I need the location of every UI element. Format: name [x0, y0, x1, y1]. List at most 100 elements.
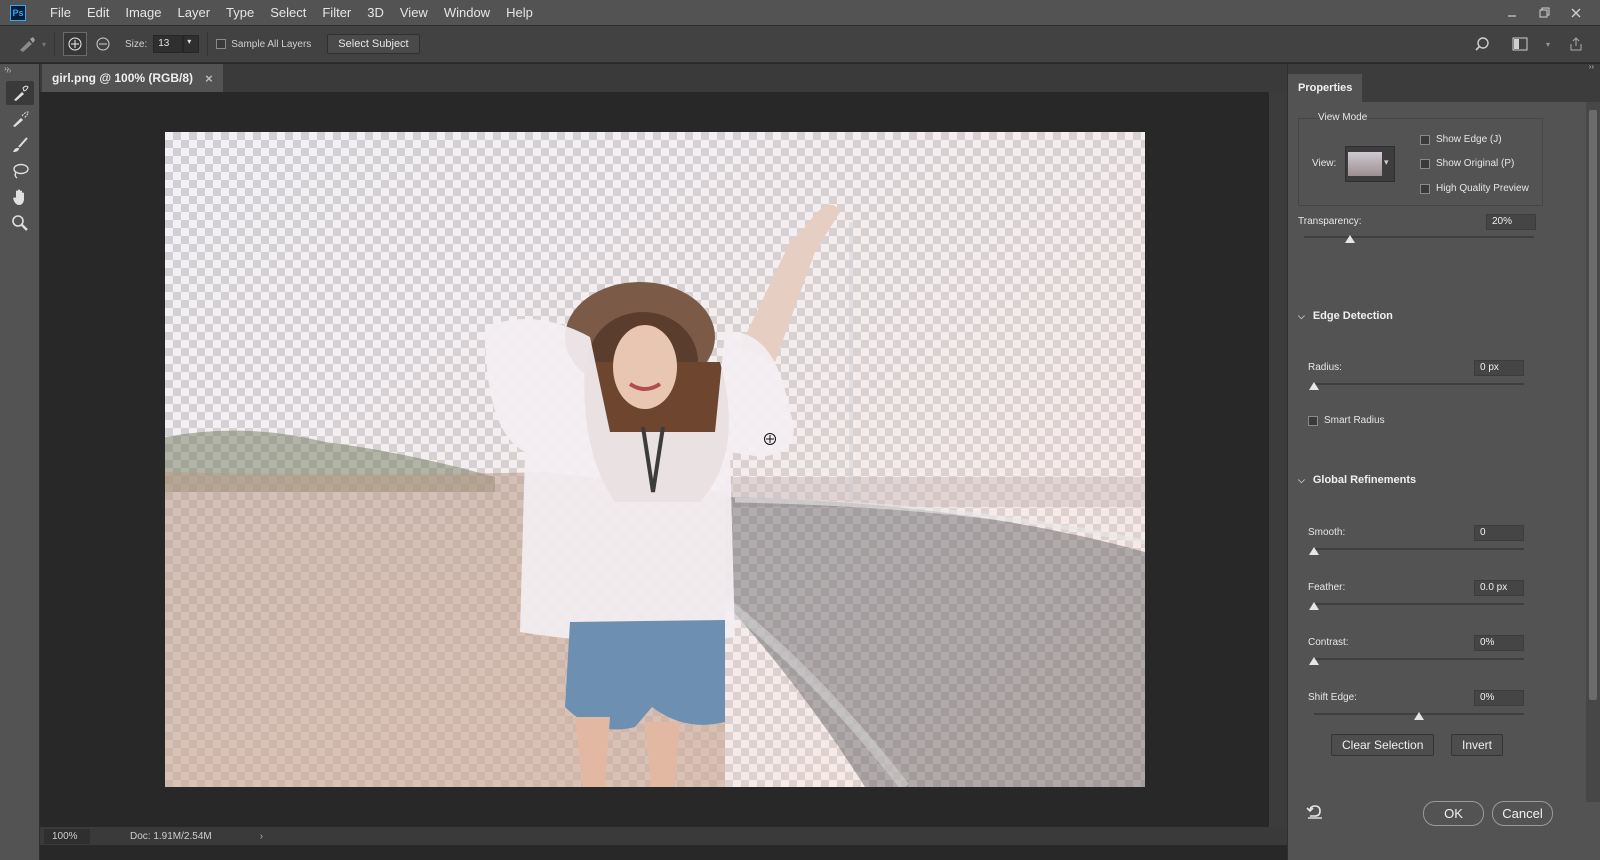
view-thumbnail	[1348, 152, 1382, 176]
clear-selection-button[interactable]: Clear Selection	[1331, 734, 1435, 756]
transparency-slider[interactable]	[1304, 236, 1534, 238]
show-original-row[interactable]: Show Original (P)	[1420, 158, 1514, 169]
global-refinements-header[interactable]: ⌵ Global Refinements	[1298, 474, 1416, 486]
menu-edit[interactable]: Edit	[79, 0, 117, 25]
minimize-icon[interactable]	[1498, 2, 1526, 24]
smooth-slider[interactable]	[1314, 548, 1524, 550]
sample-all-layers-checkbox[interactable]	[216, 39, 227, 49]
chevron-down-icon[interactable]: ▾	[1546, 40, 1550, 49]
restore-icon[interactable]	[1530, 2, 1558, 24]
zoom-level-field[interactable]: 100%	[44, 828, 90, 844]
sample-all-layers-label: Sample All Layers	[231, 38, 312, 50]
high-quality-checkbox[interactable]	[1420, 183, 1430, 194]
chevron-down-icon: ▾	[1384, 157, 1389, 167]
quick-selection-icon[interactable]	[5, 81, 34, 105]
cancel-button[interactable]: Cancel	[1492, 801, 1553, 826]
size-input[interactable]: 13	[153, 35, 184, 53]
collapse-icon[interactable]: ››	[4, 64, 9, 73]
menu-layer[interactable]: Layer	[170, 0, 219, 25]
tools-panel: ››	[0, 64, 40, 860]
app-logo: Ps	[10, 4, 26, 21]
radius-input[interactable]: 0 px	[1474, 360, 1524, 376]
divider	[54, 32, 56, 56]
show-original-label: Show Original (P)	[1436, 158, 1515, 169]
properties-body: View Mode View: ▾ Show Edge (J) Show Ori…	[1288, 102, 1583, 860]
menu-select[interactable]: Select	[262, 0, 314, 25]
close-icon[interactable]	[1562, 2, 1590, 24]
divider	[207, 32, 209, 56]
contrast-slider[interactable]	[1314, 658, 1524, 660]
high-quality-row[interactable]: High Quality Preview	[1420, 183, 1529, 194]
zoom-icon[interactable]	[6, 211, 34, 235]
radius-slider-thumb[interactable]	[1309, 382, 1319, 390]
add-to-selection-icon[interactable]	[63, 32, 88, 56]
contrast-label: Contrast:	[1308, 637, 1349, 648]
show-edge-row[interactable]: Show Edge (J)	[1420, 134, 1502, 145]
image-canvas[interactable]	[165, 132, 1145, 787]
menu-filter[interactable]: Filter	[314, 0, 359, 25]
contrast-slider-thumb[interactable]	[1309, 657, 1319, 665]
canvas-area[interactable]	[40, 92, 1269, 827]
tab-properties[interactable]: Properties	[1288, 74, 1363, 102]
window-controls	[1498, 0, 1590, 25]
vertical-scrollbar[interactable]	[1269, 92, 1287, 827]
smart-radius-row[interactable]: Smart Radius	[1308, 415, 1385, 426]
search-icon[interactable]	[1470, 32, 1494, 56]
contrast-input[interactable]: 0%	[1474, 635, 1524, 651]
show-original-checkbox[interactable]	[1420, 158, 1430, 169]
menu-file[interactable]: File	[42, 0, 79, 25]
feather-slider-thumb[interactable]	[1309, 602, 1319, 610]
brush-icon[interactable]	[6, 133, 34, 157]
high-quality-label: High Quality Preview	[1436, 183, 1529, 194]
select-subject-button[interactable]: Select Subject	[327, 34, 420, 54]
smooth-input[interactable]: 0	[1474, 525, 1524, 541]
share-icon[interactable]	[1564, 32, 1588, 56]
transparency-label: Transparency:	[1298, 216, 1362, 227]
chevron-down-icon: ⌵	[1298, 474, 1305, 485]
transparency-input[interactable]: 20%	[1486, 214, 1536, 230]
transparency-slider-thumb[interactable]	[1345, 235, 1355, 243]
feather-slider[interactable]	[1314, 603, 1524, 605]
edge-detection-header[interactable]: ⌵ Edge Detection	[1298, 310, 1393, 322]
view-mode-dropdown[interactable]: ▾	[1345, 146, 1395, 182]
shift-edge-label: Shift Edge:	[1308, 692, 1357, 703]
feather-label: Feather:	[1308, 582, 1346, 593]
panel-scrollbar[interactable]	[1586, 102, 1600, 802]
size-dropdown-icon[interactable]: ▾	[183, 35, 200, 53]
menu-type[interactable]: Type	[218, 0, 262, 25]
tool-preset-icon[interactable]	[16, 32, 40, 56]
show-edge-checkbox[interactable]	[1420, 134, 1430, 145]
hand-icon[interactable]	[6, 185, 34, 209]
document-tab-title: girl.png @ 100% (RGB/8)	[52, 71, 194, 85]
shift-edge-input[interactable]: 0%	[1474, 690, 1524, 706]
smart-radius-checkbox[interactable]	[1308, 415, 1318, 426]
close-tab-icon[interactable]: ×	[205, 71, 213, 86]
menu-bar: Ps File Edit Image Layer Type Select Fil…	[0, 0, 1600, 25]
chevron-down-icon[interactable]: ▾	[42, 40, 46, 49]
feather-input[interactable]: 0.0 px	[1474, 580, 1524, 596]
menu-help[interactable]: Help	[498, 0, 541, 25]
menu-image[interactable]: Image	[117, 0, 169, 25]
photo-preview	[165, 132, 1145, 787]
document-tab[interactable]: girl.png @ 100% (RGB/8) ×	[42, 64, 223, 92]
ok-button[interactable]: OK	[1423, 801, 1484, 826]
refine-edge-brush-icon[interactable]	[6, 107, 34, 131]
status-bar: 100% Doc: 1.91M/2.54M ›	[40, 827, 1287, 845]
subtract-from-selection-icon[interactable]	[91, 32, 115, 56]
menu-view[interactable]: View	[392, 0, 436, 25]
document-tab-bar: ›› girl.png @ 100% (RGB/8) ×	[4, 64, 1287, 92]
panel-scrollbar-thumb[interactable]	[1589, 110, 1597, 700]
status-menu-arrow-icon[interactable]: ›	[260, 831, 263, 842]
reset-icon[interactable]	[1306, 804, 1324, 823]
menu-3d[interactable]: 3D	[359, 0, 392, 25]
options-bar: ▾ Size: 13 ▾ Sample All Layers Select Su…	[0, 25, 1600, 63]
menu-window[interactable]: Window	[436, 0, 498, 25]
smooth-slider-thumb[interactable]	[1309, 547, 1319, 555]
workspace-icon[interactable]	[1508, 32, 1532, 56]
collapse-panel-icon[interactable]: ››	[1589, 62, 1594, 71]
chevron-down-icon: ⌵	[1298, 310, 1305, 321]
lasso-icon[interactable]	[6, 159, 34, 183]
shift-edge-slider-thumb[interactable]	[1414, 712, 1424, 720]
invert-button[interactable]: Invert	[1451, 734, 1504, 756]
radius-slider[interactable]	[1314, 383, 1524, 385]
